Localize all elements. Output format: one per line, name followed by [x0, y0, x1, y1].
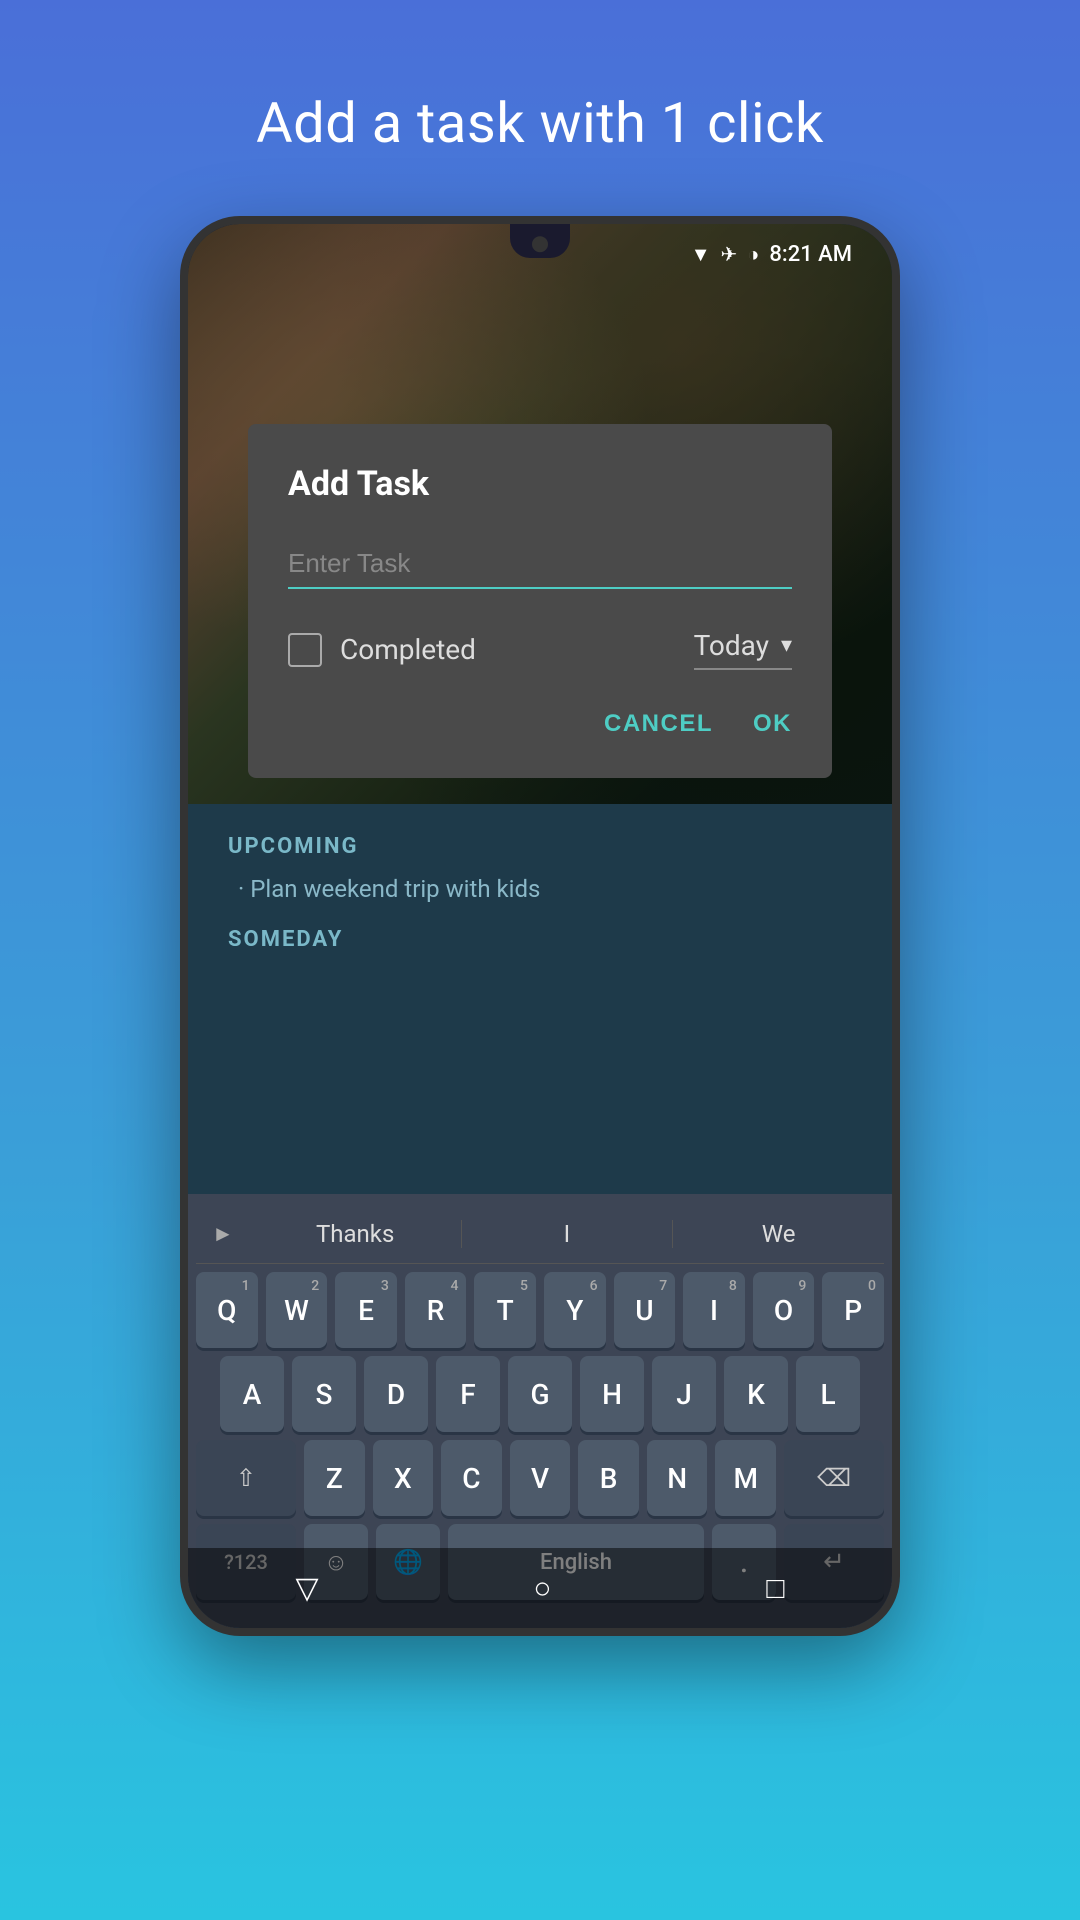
phone-mockup: ▼ ✈ ◑ 8:21 AM Add Task Completed Today ▾ [180, 216, 900, 1636]
completed-checkbox[interactable] [288, 633, 322, 667]
status-time: 8:21 AM [769, 242, 852, 267]
alarm-icon: ◑ [747, 242, 759, 267]
task-input[interactable] [288, 540, 792, 589]
dropdown-arrow-icon: ▾ [781, 633, 792, 658]
back-button[interactable]: ▽ [295, 1571, 318, 1606]
key-s[interactable]: S [292, 1356, 356, 1432]
camera [532, 236, 548, 252]
key-c[interactable]: C [441, 1440, 502, 1516]
key-h[interactable]: H [580, 1356, 644, 1432]
key-i[interactable]: 8I [683, 1272, 745, 1348]
recents-button[interactable]: □ [766, 1571, 784, 1606]
key-f[interactable]: F [436, 1356, 500, 1432]
key-z[interactable]: Z [304, 1440, 365, 1516]
airplane-icon: ✈ [721, 242, 738, 266]
key-o[interactable]: 9O [753, 1272, 815, 1348]
key-x[interactable]: X [373, 1440, 434, 1516]
notch [510, 224, 570, 258]
key-y[interactable]: 6Y [544, 1272, 606, 1348]
key-n[interactable]: N [647, 1440, 708, 1516]
key-a[interactable]: A [220, 1356, 284, 1432]
key-g[interactable]: G [508, 1356, 572, 1432]
suggestions-arrow-icon[interactable]: ► [196, 1221, 250, 1247]
suggestion-i[interactable]: I [462, 1220, 674, 1248]
date-dropdown[interactable]: Today ▾ [694, 629, 792, 670]
dialog-options-row: Completed Today ▾ [288, 629, 792, 670]
key-r[interactable]: 4R [405, 1272, 467, 1348]
suggestions-row: ► Thanks I We [196, 1204, 884, 1264]
suggestion-thanks[interactable]: Thanks [250, 1220, 462, 1248]
status-bar: ▼ ✈ ◑ 8:21 AM [188, 224, 892, 284]
key-e[interactable]: 3E [335, 1272, 397, 1348]
key-v[interactable]: V [510, 1440, 571, 1516]
completed-section: Completed [288, 633, 476, 667]
nav-bar: ▽ ○ □ [188, 1548, 892, 1628]
home-button[interactable]: ○ [533, 1571, 551, 1606]
key-row-2: A S D F G H J K L [196, 1356, 884, 1432]
key-d[interactable]: D [364, 1356, 428, 1432]
key-m[interactable]: M [715, 1440, 776, 1516]
delete-key[interactable]: ⌫ [784, 1440, 884, 1516]
suggestion-we[interactable]: We [673, 1220, 884, 1248]
key-t[interactable]: 5T [474, 1272, 536, 1348]
key-row-3: ⇧ Z X C V B N M ⌫ [196, 1440, 884, 1516]
dialog-actions: CANCEL OK [288, 710, 792, 738]
dialog-title: Add Task [288, 464, 792, 504]
key-u[interactable]: 7U [614, 1272, 676, 1348]
ok-button[interactable]: OK [753, 710, 792, 738]
cancel-button[interactable]: CANCEL [604, 710, 713, 738]
wifi-icon: ▼ [691, 242, 711, 267]
shift-key[interactable]: ⇧ [196, 1440, 296, 1516]
key-p[interactable]: 0P [822, 1272, 884, 1348]
task-item-1: · Plan weekend trip with kids [228, 875, 852, 903]
upcoming-header: UPCOMING [228, 834, 852, 859]
key-q[interactable]: 1Q [196, 1272, 258, 1348]
key-k[interactable]: K [724, 1356, 788, 1432]
key-j[interactable]: J [652, 1356, 716, 1432]
key-w[interactable]: 2W [266, 1272, 328, 1348]
phone-screen: ▼ ✈ ◑ 8:21 AM Add Task Completed Today ▾ [188, 224, 892, 1628]
someday-header: SOMEDAY [228, 927, 852, 952]
key-row-1: 1Q 2W 3E 4R 5T 6Y 7U 8I 9O 0P [196, 1272, 884, 1348]
add-task-dialog: Add Task Completed Today ▾ CANCEL OK [248, 424, 832, 778]
key-l[interactable]: L [796, 1356, 860, 1432]
status-icons: ▼ ✈ ◑ 8:21 AM [691, 242, 852, 267]
date-label: Today [694, 629, 769, 662]
key-b[interactable]: B [578, 1440, 639, 1516]
page-title: Add a task with 1 click [256, 90, 824, 156]
completed-label: Completed [340, 633, 476, 666]
